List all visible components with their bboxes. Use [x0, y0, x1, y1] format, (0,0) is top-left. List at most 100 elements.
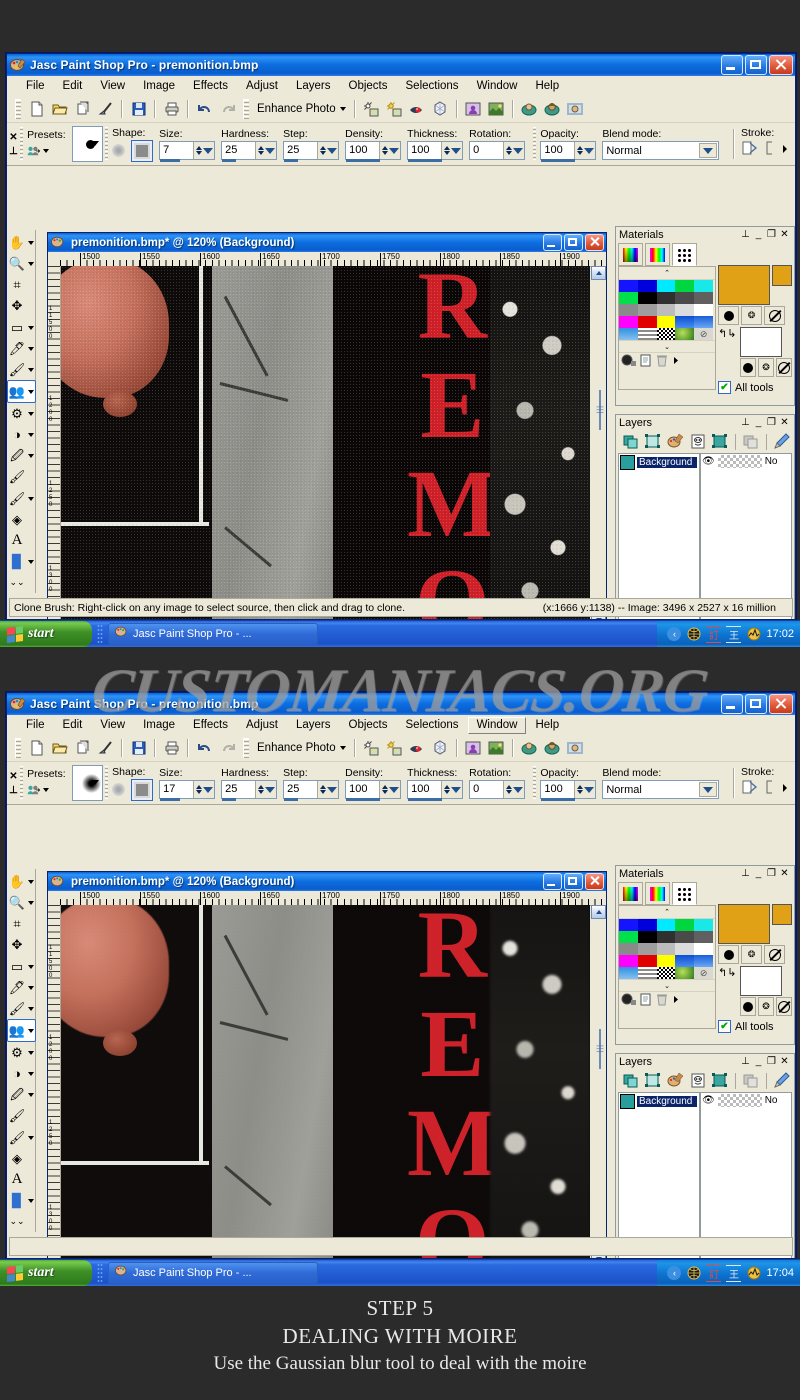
swatch[interactable]: [694, 955, 713, 967]
swatch[interactable]: [637, 919, 657, 931]
stroke-panel-icon[interactable]: [765, 140, 775, 161]
photo-edge-icon[interactable]: [564, 98, 587, 120]
save-icon[interactable]: [127, 737, 150, 759]
sidebar-item-paint-brush-tool[interactable]: 🖌: [8, 998, 35, 1019]
swatch[interactable]: [637, 292, 657, 304]
delete-material-icon[interactable]: [655, 992, 669, 1012]
sidebar-item-picture-tube-tool[interactable]: 🖌: [8, 488, 35, 509]
step-value[interactable]: 25: [284, 142, 317, 159]
toolbar-grip[interactable]: [15, 738, 21, 758]
list-item[interactable]: Background: [619, 1093, 699, 1110]
swatch[interactable]: [637, 304, 657, 316]
bg-color-button[interactable]: [740, 997, 756, 1016]
more-arrow-icon[interactable]: [671, 992, 681, 1012]
options-grip[interactable]: [19, 766, 24, 800]
menu-view[interactable]: View: [91, 78, 134, 95]
photo-vignette-icon[interactable]: [541, 98, 564, 120]
new-art-media-layer-icon[interactable]: [665, 432, 686, 452]
size-value[interactable]: 7: [160, 142, 193, 159]
swap-colors-icon[interactable]: ↰↳: [718, 327, 740, 340]
presets-button[interactable]: [27, 142, 50, 160]
taskbar-item-psp[interactable]: Jasc Paint Shop Pro - ...: [108, 623, 318, 645]
layers-titlebar[interactable]: Layers ⊥ _ ❐ ✕: [616, 415, 794, 430]
photo-frame-icon[interactable]: [518, 98, 541, 120]
close-icon[interactable]: ✕: [9, 132, 17, 143]
swatch[interactable]: [675, 955, 695, 967]
tab-swatches[interactable]: [672, 882, 697, 905]
photo-edge-icon[interactable]: [564, 737, 587, 759]
swatch[interactable]: [675, 280, 695, 292]
swatch[interactable]: [619, 328, 638, 340]
main-titlebar[interactable]: Jasc Paint Shop Pro - premonition.bmp: [7, 54, 795, 76]
swatch[interactable]: [637, 328, 657, 340]
swatch[interactable]: [637, 316, 657, 328]
swatch[interactable]: [619, 292, 638, 304]
print-icon[interactable]: [160, 98, 183, 120]
network-icon[interactable]: [686, 1266, 701, 1281]
density-value[interactable]: 100: [346, 781, 379, 798]
swatch[interactable]: [694, 280, 713, 292]
swatch-scroll-down[interactable]: ⌄: [619, 340, 715, 352]
background-color-swatch[interactable]: [740, 327, 782, 357]
image-window-titlebar[interactable]: premonition.bmp* @ 120% (Background): [48, 233, 606, 252]
round-shape-option[interactable]: [112, 783, 126, 796]
swatch[interactable]: [656, 292, 676, 304]
swatch[interactable]: [656, 919, 676, 931]
image-minimize-button[interactable]: [543, 234, 562, 251]
size-value[interactable]: 17: [160, 781, 193, 798]
vscroll-thumb[interactable]: |||: [596, 1029, 603, 1069]
close-icon[interactable]: ✕: [778, 868, 791, 879]
list-item[interactable]: 👁 No: [701, 1093, 791, 1108]
swatch[interactable]: [694, 931, 713, 943]
materials-titlebar[interactable]: Materials ⊥ _ ❐ ✕: [616, 866, 794, 881]
ime-red-icon[interactable]: 訂: [706, 1264, 722, 1282]
image-window-titlebar[interactable]: premonition.bmp* @ 120% (Background): [48, 872, 606, 891]
new-mask-layer-icon[interactable]: [687, 432, 708, 452]
maximize-icon[interactable]: ❐: [765, 417, 778, 428]
save-icon[interactable]: [127, 98, 150, 120]
fg-null-icon[interactable]: [764, 945, 785, 964]
hardness-value[interactable]: 25: [222, 781, 255, 798]
background-color-swatch[interactable]: [740, 966, 782, 996]
maximize-icon[interactable]: ❐: [765, 1056, 778, 1067]
tool-options-close-pin[interactable]: ✕ ⊥: [9, 771, 18, 796]
new-file-icon[interactable]: [25, 737, 48, 759]
swatch[interactable]: [637, 943, 657, 955]
network-icon[interactable]: [686, 627, 701, 642]
menu-image[interactable]: Image: [134, 78, 184, 95]
sidebar-item-flood-fill-tool[interactable]: ◈: [8, 509, 35, 530]
swatch[interactable]: [619, 919, 638, 931]
vscroll-thumb[interactable]: |||: [596, 390, 603, 430]
sidebar-item-crop-tool[interactable]: ⌗: [8, 274, 35, 295]
pin-icon[interactable]: ⊥: [9, 146, 18, 157]
round-shape-option[interactable]: [112, 144, 126, 157]
image-canvas[interactable]: REMO: [61, 905, 590, 1258]
menu-layers[interactable]: Layers: [287, 717, 340, 734]
menu-view[interactable]: View: [91, 717, 134, 734]
fg-color-button[interactable]: [718, 306, 739, 325]
sidebar-item-paint-brush-tool[interactable]: 🖌: [8, 359, 35, 380]
stroke-panel-icon[interactable]: [765, 779, 775, 800]
tab-rainbow[interactable]: [645, 243, 670, 266]
open-folder-icon[interactable]: [48, 737, 71, 759]
swatch[interactable]: [619, 943, 638, 955]
swatch[interactable]: [694, 316, 713, 328]
swatch-scroll-up[interactable]: ⌃: [619, 267, 715, 280]
hardness-stepper[interactable]: 25: [221, 780, 278, 801]
image-close-button[interactable]: [585, 873, 604, 890]
pin-icon[interactable]: ⊥: [739, 417, 752, 428]
maximize-icon[interactable]: ❐: [765, 229, 778, 240]
menu-effects[interactable]: Effects: [184, 78, 237, 95]
close-button[interactable]: [769, 55, 793, 75]
menu-edit[interactable]: Edit: [54, 78, 92, 95]
undo-icon[interactable]: [193, 737, 216, 759]
sidebar-item-clone-brush-tool[interactable]: 👥: [7, 379, 36, 403]
brush-preview-dropdown[interactable]: [71, 765, 103, 801]
fg-texture-icon[interactable]: ❂: [741, 306, 762, 325]
taskbar-grip[interactable]: [97, 624, 103, 644]
swatch[interactable]: [637, 280, 657, 292]
taskbar-grip[interactable]: [97, 1263, 103, 1283]
layer-list-right[interactable]: 👁 No: [700, 1092, 792, 1258]
image-canvas[interactable]: REMO: [61, 266, 590, 619]
pin-icon[interactable]: ⊥: [739, 868, 752, 879]
